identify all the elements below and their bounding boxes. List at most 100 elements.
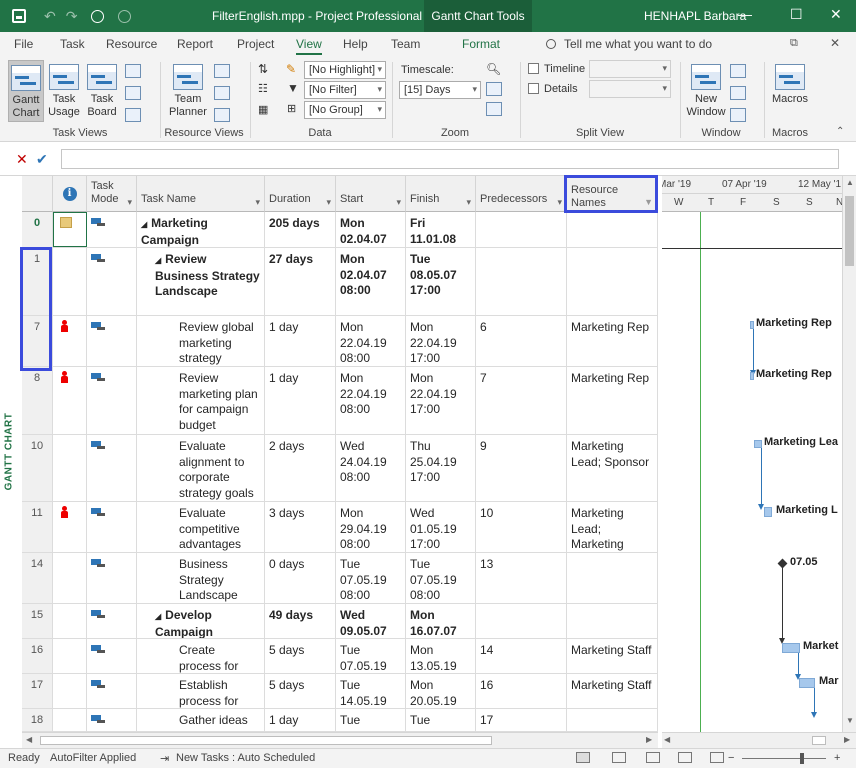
indicators-cell[interactable] xyxy=(53,639,87,673)
vertical-scrollbar[interactable]: ▲ ▼ xyxy=(842,176,856,732)
vertical-scroll-thumb[interactable] xyxy=(845,196,854,266)
network-diagram-icon[interactable] xyxy=(125,86,141,100)
gantt-view-shortcut-icon[interactable] xyxy=(576,752,590,763)
task-name-cell[interactable]: Evaluate competitive advantages xyxy=(137,502,265,552)
col-indicators[interactable]: i xyxy=(53,176,87,212)
pred-cell[interactable]: 10 xyxy=(476,502,567,552)
row-id[interactable]: 8 xyxy=(22,367,53,434)
res-cell[interactable]: Marketing Staff xyxy=(567,639,658,673)
task-mode-cell[interactable] xyxy=(87,709,137,731)
task-mode-cell[interactable] xyxy=(87,604,137,638)
scroll-left-icon[interactable]: ◀ xyxy=(26,735,32,744)
pred-cell[interactable]: 9 xyxy=(476,435,567,501)
row-id[interactable]: 15 xyxy=(22,604,53,638)
res-cell[interactable]: Marketing Staff xyxy=(567,674,658,708)
resource-sheet-shortcut-icon[interactable] xyxy=(678,752,692,763)
table-horizontal-scrollbar[interactable]: ◀ ▶ xyxy=(22,732,658,748)
calendar-view-icon[interactable] xyxy=(125,64,141,78)
table-row[interactable]: 7 Review global marketing strategy 1 day Mo… xyxy=(22,316,658,367)
duration-cell[interactable]: 0 days xyxy=(265,553,336,603)
finish-cell[interactable]: Fri 11.01.08 xyxy=(406,212,476,247)
start-cell[interactable]: Mon 02.04.07 08:00 xyxy=(336,248,406,315)
highlight-icon[interactable]: ✎ xyxy=(286,62,296,76)
scroll-left-icon[interactable]: ◀ xyxy=(664,735,670,744)
undo-icon[interactable]: ↶ xyxy=(44,8,56,25)
pred-cell[interactable]: 6 xyxy=(476,316,567,366)
duration-cell[interactable]: 1 day xyxy=(265,709,336,731)
timeline-view-dropdown[interactable] xyxy=(589,60,671,78)
tab-project[interactable]: Project xyxy=(237,37,274,51)
tab-report[interactable]: Report xyxy=(177,37,213,51)
duration-cell[interactable]: 1 day xyxy=(265,367,336,434)
milestone-marker[interactable] xyxy=(777,558,788,569)
pred-cell[interactable]: 13 xyxy=(476,553,567,603)
row-id[interactable]: 0 xyxy=(22,212,53,247)
zoom-in-icon[interactable]: + xyxy=(834,752,840,764)
task-name-cell[interactable]: Create process for qualifying xyxy=(137,639,265,673)
task-name-cell[interactable]: Review global marketing strategy xyxy=(137,316,265,366)
entry-input[interactable] xyxy=(61,149,839,169)
table-row[interactable]: 17 Establish process for 5 days Tue 14.05.1… xyxy=(22,674,658,709)
table-row[interactable]: 11 Evaluate competitive advantages 3 days M… xyxy=(22,502,658,553)
collapse-toggle-icon[interactable]: ◢ xyxy=(155,256,161,265)
zoom-out-icon[interactable]: − xyxy=(728,752,734,764)
gantt-scroll-thumb[interactable] xyxy=(812,736,826,745)
redo-icon[interactable]: ↷ xyxy=(66,8,78,25)
gantt-horizontal-scrollbar[interactable]: ◀ ▶ xyxy=(662,732,856,748)
task-mode-cell[interactable] xyxy=(87,639,137,673)
table-row[interactable]: 8 Review marketing plan for campaign budg… xyxy=(22,367,658,435)
finish-cell[interactable]: Mon 16.07.07 xyxy=(406,604,476,638)
res-cell[interactable]: Marketing Rep xyxy=(567,367,658,434)
start-cell[interactable]: Mon 02.04.07 xyxy=(336,212,406,247)
col-finish[interactable]: Finish ▾ xyxy=(406,176,476,212)
team-planner-button[interactable]: Team Planner xyxy=(168,64,208,119)
selected-tasks-icon[interactable] xyxy=(486,102,502,116)
tab-task[interactable]: Task xyxy=(60,37,85,51)
status-new-tasks[interactable]: New Tasks : Auto Scheduled xyxy=(176,752,315,764)
indicators-cell[interactable] xyxy=(53,709,87,731)
gantt-bar[interactable] xyxy=(750,321,754,329)
start-cell[interactable]: Mon 22.04.19 08:00 xyxy=(336,316,406,366)
col-predecessors-dropdown-icon[interactable]: ▾ xyxy=(557,196,562,209)
col-task-name[interactable]: Task Name ▾ xyxy=(137,176,265,212)
start-cell[interactable]: Tue 07.05.19 08:00 xyxy=(336,639,406,673)
task-mode-cell[interactable] xyxy=(87,212,137,247)
row-id[interactable]: 18 xyxy=(22,709,53,731)
col-task-name-dropdown-icon[interactable]: ▾ xyxy=(255,196,260,209)
task-name-cell[interactable]: Evaluate alignment to corporate strategy… xyxy=(137,435,265,501)
col-start[interactable]: Start ▾ xyxy=(336,176,406,212)
gantt-bar[interactable] xyxy=(782,643,800,653)
col-start-dropdown-icon[interactable]: ▾ xyxy=(396,196,401,209)
col-duration-dropdown-icon[interactable]: ▾ xyxy=(326,196,331,209)
duration-cell[interactable]: 1 day xyxy=(265,316,336,366)
touch-mode-icon[interactable] xyxy=(91,9,105,23)
collapse-toggle-icon[interactable]: ◢ xyxy=(155,612,161,621)
tab-resource[interactable]: Resource xyxy=(106,37,157,51)
res-cell[interactable] xyxy=(567,709,658,731)
cancel-entry-icon[interactable]: ✕ xyxy=(16,151,28,168)
maximize-button[interactable]: ☐ xyxy=(790,6,803,23)
gantt-bar[interactable] xyxy=(764,507,772,517)
finish-cell[interactable]: Tue 07.05.19 08:00 xyxy=(406,553,476,603)
filter-dropdown[interactable]: [No Filter] xyxy=(304,81,386,99)
save-icon[interactable] xyxy=(12,9,26,23)
task-mode-cell[interactable] xyxy=(87,502,137,552)
finish-cell[interactable]: Mon 22.04.19 17:00 xyxy=(406,316,476,366)
collapse-ribbon-icon[interactable]: ⌃ xyxy=(836,126,844,137)
gantt-bar[interactable] xyxy=(754,440,762,448)
scroll-up-icon[interactable]: ▲ xyxy=(846,178,854,187)
start-cell[interactable]: Tue 21.05.19 xyxy=(336,709,406,731)
duration-cell[interactable]: 205 days xyxy=(265,212,336,247)
res-cell[interactable]: Marketing Rep xyxy=(567,316,658,366)
finish-cell[interactable]: Thu 25.04.19 17:00 xyxy=(406,435,476,501)
indicators-cell[interactable] xyxy=(53,674,87,708)
team-planner-shortcut-icon[interactable] xyxy=(646,752,660,763)
row-id[interactable]: 11 xyxy=(22,502,53,552)
gantt-chart-button[interactable]: Gantt Chart xyxy=(8,60,44,122)
row-id[interactable]: 10 xyxy=(22,435,53,501)
duration-cell[interactable]: 49 days xyxy=(265,604,336,638)
resource-sheet-icon[interactable] xyxy=(214,86,230,100)
timescale-dropdown[interactable]: [15] Days xyxy=(399,81,481,99)
task-mode-cell[interactable] xyxy=(87,248,137,315)
table-row[interactable]: 10 Evaluate alignment to corporate strate… xyxy=(22,435,658,502)
